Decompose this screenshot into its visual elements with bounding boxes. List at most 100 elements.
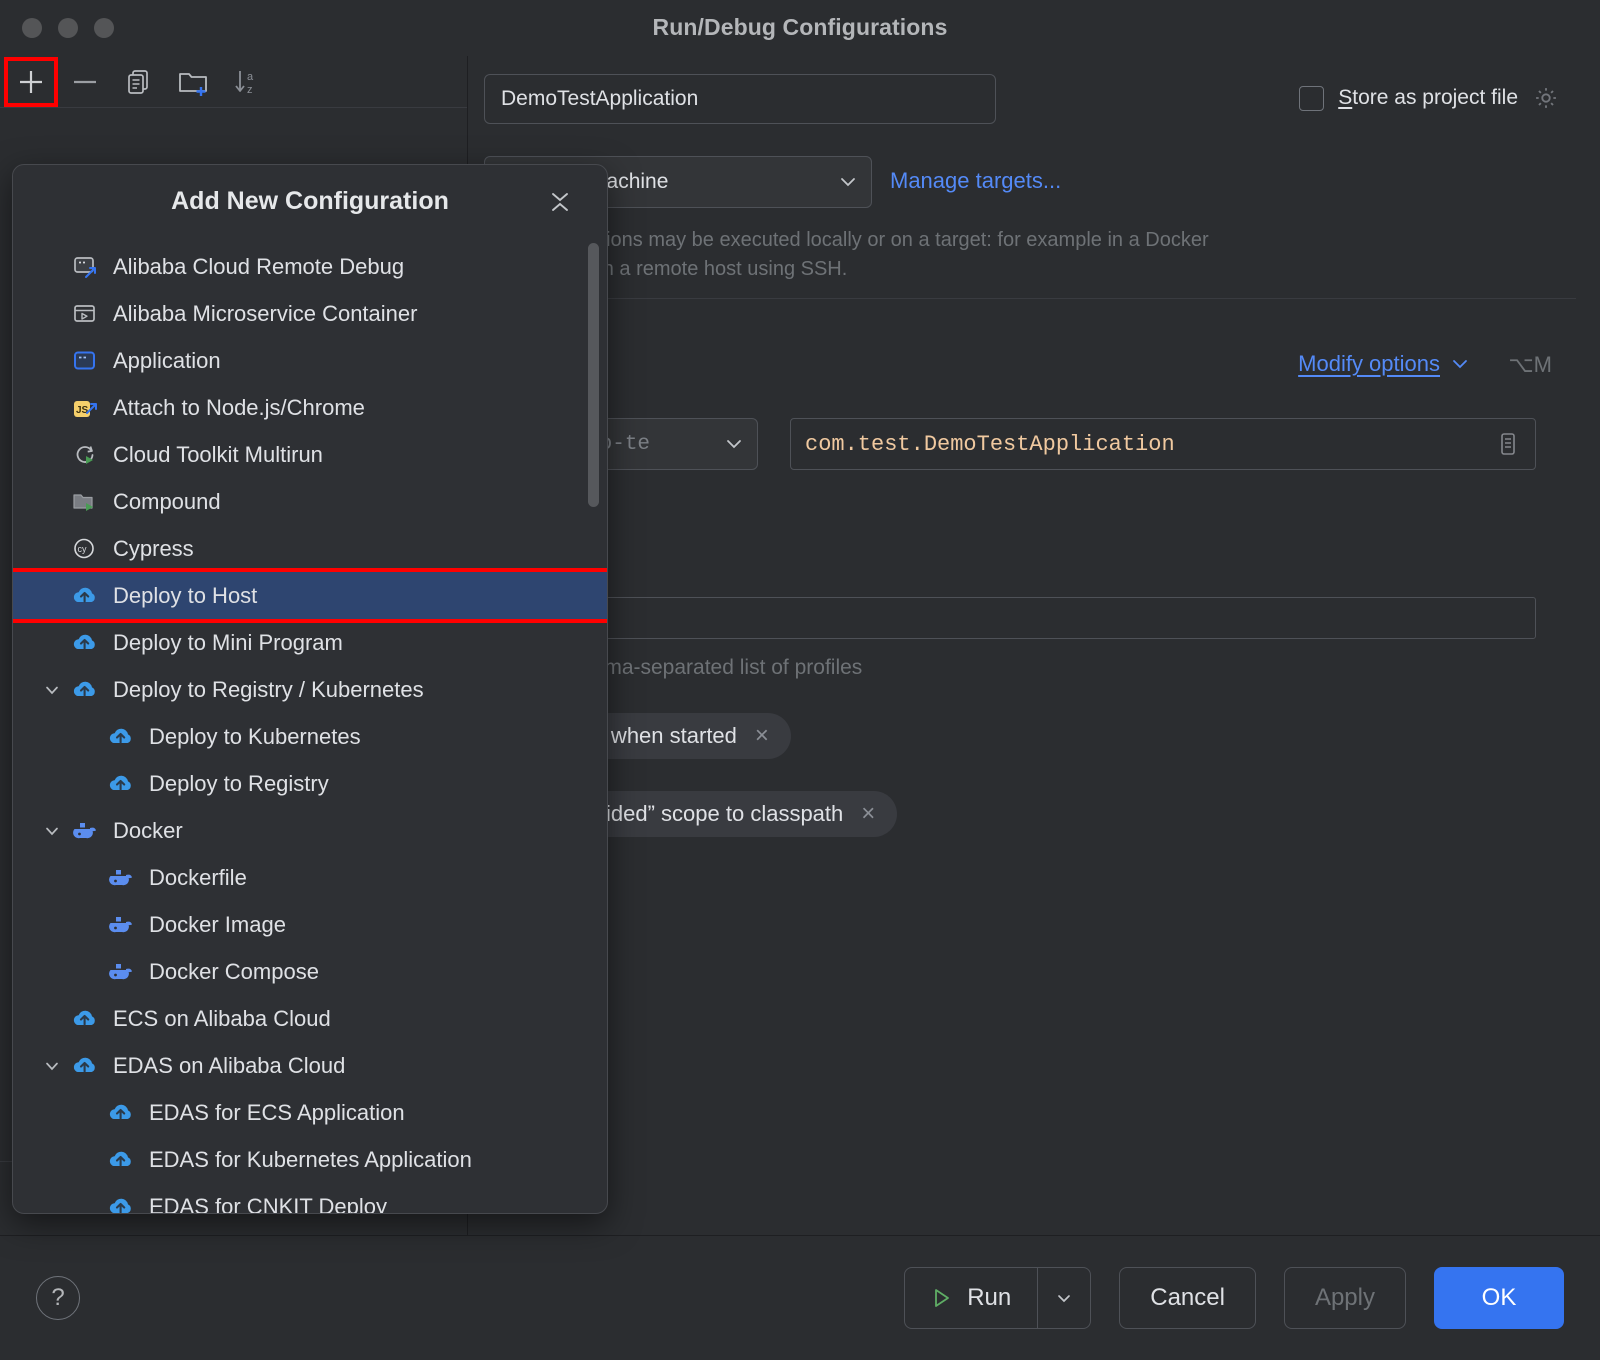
minus-icon <box>68 65 102 99</box>
configuration-type-item[interactable]: Deploy to Kubernetes <box>13 713 607 760</box>
chevron-down-icon <box>837 171 859 193</box>
configuration-type-label: Docker Image <box>149 912 286 938</box>
configuration-editor-pane: DemoTestApplication Store as project fil… <box>468 56 1600 1235</box>
modify-options-label: Modify options <box>1298 351 1440 377</box>
configuration-type-item[interactable]: EDAS for CNKIT Deploy <box>13 1183 607 1214</box>
gear-icon[interactable] <box>1532 84 1560 112</box>
active-profiles-input[interactable] <box>570 597 1536 639</box>
ok-button[interactable]: OK <box>1434 1267 1564 1329</box>
application-icon <box>71 347 99 375</box>
configuration-type-item[interactable]: EDAS on Alibaba Cloud <box>13 1042 607 1089</box>
add-configuration-button[interactable] <box>6 59 56 105</box>
close-window-button[interactable] <box>22 18 42 38</box>
configuration-type-label: ECS on Alibaba Cloud <box>113 1006 331 1032</box>
configuration-type-item[interactable]: Docker Compose <box>13 948 607 995</box>
dialog-body: a z Edit configuration templates... Demo… <box>0 56 1600 1235</box>
cloud-deploy-icon <box>71 1052 99 1080</box>
help-button[interactable]: ? <box>36 1276 80 1320</box>
configuration-type-label: Cloud Toolkit Multirun <box>113 442 323 468</box>
js-attach-icon: JS <box>71 394 99 422</box>
window-controls[interactable] <box>22 18 114 38</box>
run-button-dropdown[interactable] <box>1038 1288 1090 1308</box>
compound-icon <box>71 488 99 516</box>
collapse-popup-button[interactable] <box>543 185 577 219</box>
chevron-down-icon[interactable] <box>43 1057 61 1075</box>
svg-text:cy: cy <box>78 544 88 554</box>
configuration-type-item[interactable]: ECS on Alibaba Cloud <box>13 995 607 1042</box>
configuration-type-item[interactable]: Docker Image <box>13 901 607 948</box>
store-as-project-file-text: tore as project file <box>1352 86 1518 109</box>
microservice-icon <box>71 300 99 328</box>
sort-configurations-button[interactable]: a z <box>222 59 272 105</box>
cloud-deploy-icon <box>71 1005 99 1033</box>
configuration-type-item[interactable]: Deploy to Registry / Kubernetes <box>13 666 607 713</box>
docker-icon <box>107 864 135 892</box>
remove-configuration-button[interactable] <box>60 59 110 105</box>
configuration-type-item[interactable]: JSAttach to Node.js/Chrome <box>13 384 607 431</box>
modify-options-shortcut: ⌥M <box>1508 352 1552 378</box>
docker-icon <box>107 911 135 939</box>
store-as-project-file-checkbox[interactable] <box>1299 86 1324 111</box>
configuration-type-label: Compound <box>113 489 221 515</box>
dialog-footer: ? Run Cancel Apply OK <box>0 1235 1600 1360</box>
close-icon[interactable]: × <box>755 724 769 748</box>
docker-icon <box>107 864 135 892</box>
cloud-deploy-icon <box>71 582 99 610</box>
compound-icon <box>71 488 99 516</box>
manage-targets-link[interactable]: Manage targets... <box>890 168 1061 194</box>
microservice-icon <box>71 300 99 328</box>
configuration-type-label: Alibaba Microservice Container <box>113 301 417 327</box>
copy-icon <box>122 65 156 99</box>
configuration-type-label: Deploy to Registry / Kubernetes <box>113 677 424 703</box>
configuration-type-item[interactable]: Docker <box>13 807 607 854</box>
configuration-type-item[interactable]: Application <box>13 337 607 384</box>
cloud-deploy-icon <box>71 676 99 704</box>
chevron-down-icon <box>723 433 745 455</box>
browse-class-icon[interactable] <box>1495 431 1521 457</box>
configuration-type-item[interactable]: Alibaba Cloud Remote Debug <box>13 243 607 290</box>
maximize-window-button[interactable] <box>94 18 114 38</box>
new-folder-button[interactable] <box>168 59 218 105</box>
configuration-name-input[interactable]: DemoTestApplication <box>484 74 996 124</box>
close-icon[interactable]: × <box>861 802 875 826</box>
copy-configuration-button[interactable] <box>114 59 164 105</box>
store-as-project-file-label: Store as project file <box>1338 86 1518 110</box>
configuration-type-item[interactable]: Cloud Toolkit Multirun <box>13 431 607 478</box>
configuration-type-item[interactable]: Compound <box>13 478 607 525</box>
docker-icon <box>107 958 135 986</box>
store-as-project-file-row[interactable]: Store as project file <box>1299 84 1560 112</box>
cloud-deploy-icon <box>107 1146 135 1174</box>
footer-buttons: Run Cancel Apply OK <box>904 1267 1564 1329</box>
js-attach-icon: JS <box>71 394 99 422</box>
configuration-type-item[interactable]: EDAS for ECS Application <box>13 1089 607 1136</box>
run-debug-configurations-window: Run/Debug Configurations <box>0 0 1600 1360</box>
cloud-deploy-icon <box>71 582 99 610</box>
configuration-type-label: Alibaba Cloud Remote Debug <box>113 254 404 280</box>
configuration-type-item[interactable]: Deploy to Mini Program <box>13 619 607 666</box>
modify-options-link[interactable]: Modify options <box>1298 351 1470 377</box>
configuration-type-item[interactable]: cyCypress <box>13 525 607 572</box>
configuration-type-item[interactable]: Dockerfile <box>13 854 607 901</box>
main-class-input[interactable]: com.test.DemoTestApplication <box>790 418 1536 470</box>
run-button-main[interactable]: Run <box>905 1268 1038 1328</box>
section-divider <box>476 298 1576 299</box>
docker-icon <box>107 958 135 986</box>
configuration-type-label: EDAS for Kubernetes Application <box>149 1147 472 1173</box>
cancel-button[interactable]: Cancel <box>1119 1267 1256 1329</box>
configuration-type-item[interactable]: Deploy to Registry <box>13 760 607 807</box>
configuration-type-label: Deploy to Host <box>113 583 257 609</box>
chevron-down-icon[interactable] <box>43 822 61 840</box>
cloud-deploy-icon <box>71 629 99 657</box>
docker-icon <box>71 817 99 845</box>
configuration-type-item[interactable]: Deploy to Host <box>13 572 607 619</box>
run-button[interactable]: Run <box>904 1267 1091 1329</box>
popup-scrollbar[interactable] <box>588 243 599 507</box>
configuration-type-item[interactable]: Alibaba Microservice Container <box>13 290 607 337</box>
configuration-type-item[interactable]: EDAS for Kubernetes Application <box>13 1136 607 1183</box>
minimize-window-button[interactable] <box>58 18 78 38</box>
cloud-deploy-icon <box>71 676 99 704</box>
chevron-down-icon <box>1054 1288 1074 1308</box>
run-button-label: Run <box>967 1284 1011 1312</box>
chevron-down-icon[interactable] <box>43 681 61 699</box>
configuration-type-list[interactable]: Alibaba Cloud Remote Debug Alibaba Micros… <box>13 237 607 1214</box>
